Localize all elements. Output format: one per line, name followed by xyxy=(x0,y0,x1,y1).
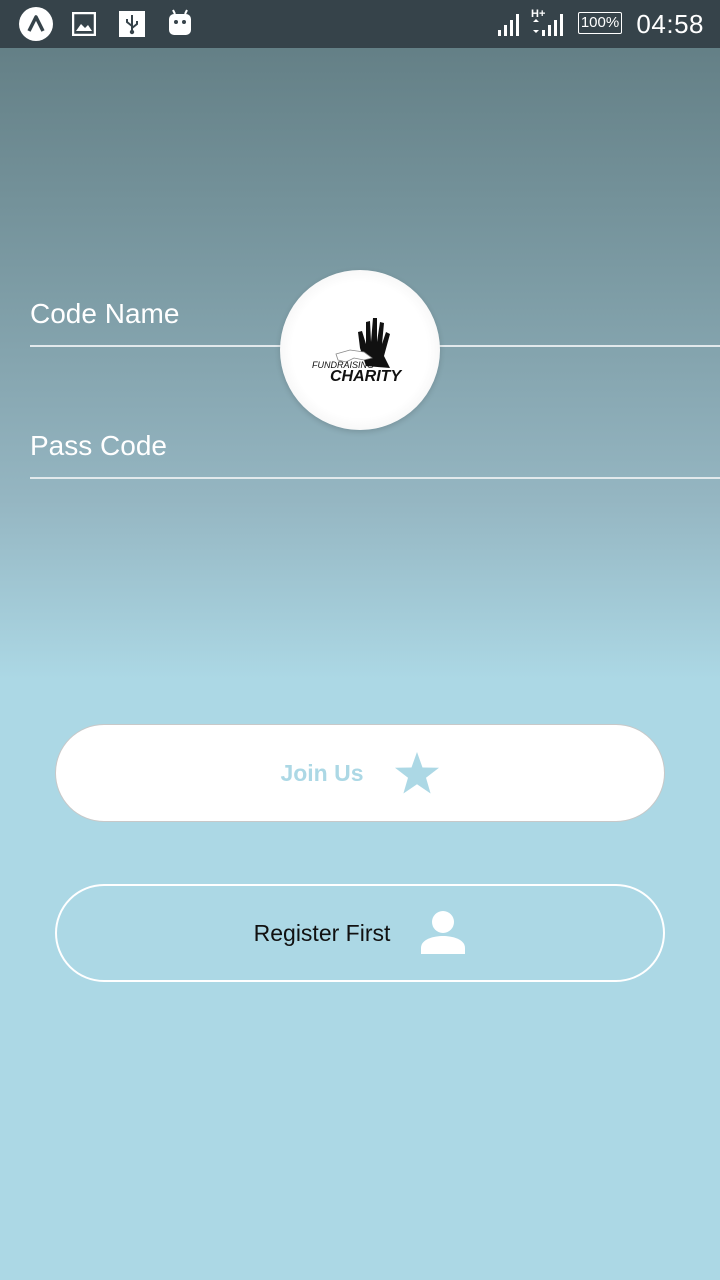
join-us-label: Join Us xyxy=(280,759,364,786)
person-icon xyxy=(420,910,466,956)
pass-code-field[interactable]: Pass Code xyxy=(30,422,720,482)
image-icon xyxy=(71,11,97,41)
register-first-button[interactable]: Register First xyxy=(55,884,665,982)
join-us-button[interactable]: Join Us xyxy=(55,724,665,822)
status-bar: H+ 100% 04:58 xyxy=(0,0,720,48)
usb-icon xyxy=(119,11,145,42)
pass-code-underline xyxy=(30,477,720,479)
signal-icon xyxy=(497,12,523,41)
battery-indicator: 100% xyxy=(578,12,622,34)
logo-text-big: CHARITY xyxy=(330,368,402,385)
charity-logo: FUNDRAISING CHARITY xyxy=(280,270,440,430)
star-icon xyxy=(394,751,440,795)
hand-icon xyxy=(335,318,390,368)
register-first-label: Register First xyxy=(253,919,391,946)
svg-text:H+: H+ xyxy=(531,8,545,20)
code-name-label: Code Name xyxy=(30,298,180,329)
status-time: 04:58 xyxy=(636,9,704,39)
android-icon xyxy=(167,8,193,41)
launcher-icon xyxy=(18,6,54,47)
signal-h-plus-icon: H+ xyxy=(530,6,564,43)
pass-code-label: Pass Code xyxy=(30,430,167,461)
